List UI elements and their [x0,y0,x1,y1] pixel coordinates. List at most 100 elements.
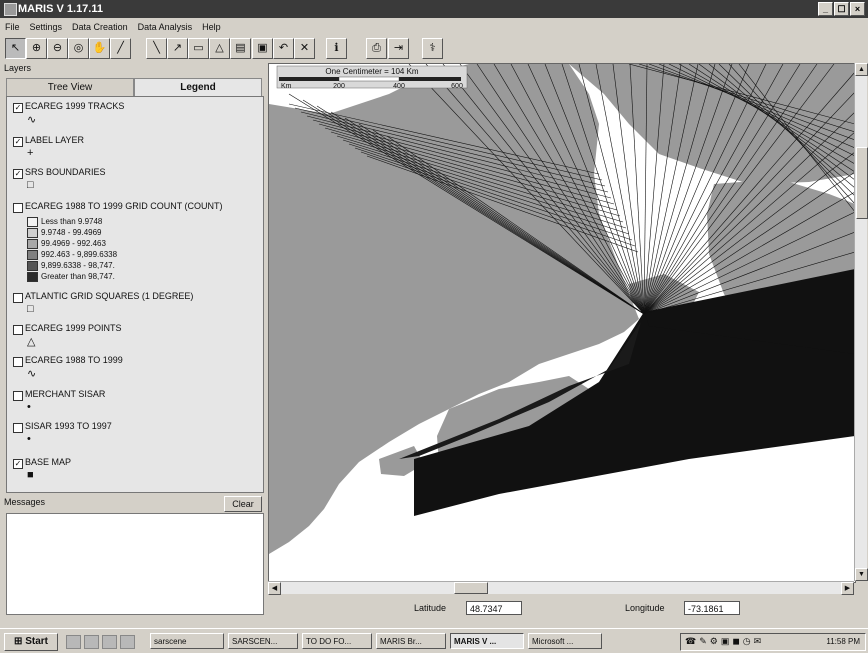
task-todo[interactable]: TO DO FO... [302,633,372,649]
map-vertical-scrollbar[interactable]: ▲ ▼ [854,63,868,581]
map-view[interactable]: One Centimeter = 104 Km Km 200 400 600 [268,63,856,583]
save-icon[interactable]: ▣ [252,38,273,59]
grid-count-swatch [27,272,38,282]
grid-count-class-label: 9,899.6338 - 98,747. [41,261,115,270]
draw-polyline-icon[interactable]: ↗ [167,38,188,59]
scale-tick-400: 400 [393,83,405,90]
tab-legend[interactable]: Legend [134,78,262,96]
app-icon [4,3,17,16]
menu-help[interactable]: Help [202,22,221,32]
clear-button[interactable]: Clear [224,496,262,512]
scale-tick-200: 200 [333,83,345,90]
fill-box-icon: ■ [27,469,34,481]
layer-tabs: Tree View Legend [6,78,262,96]
quicklaunch-outlook-icon[interactable] [102,635,117,649]
grid-count-swatch [27,217,38,227]
longitude-label: Longitude [625,603,665,613]
longitude-field[interactable]: -73.1861 [684,601,740,615]
task-maris-br[interactable]: MARIS Br... [376,633,446,649]
legend-panel: ✓ ECAREG 1999 TRACKS ∿ ✓ LABEL LAYER + ✓ SRS BO… [6,96,264,493]
layer-name[interactable]: BASE MAP [25,457,71,467]
layer-checkbox[interactable] [13,423,23,433]
layer-checkbox[interactable]: ✓ [13,103,23,113]
zoom-area-icon[interactable]: ◎ [68,38,89,59]
layer-name[interactable]: SISAR 1993 TO 1997 [25,421,112,431]
start-button[interactable]: ⊞ Start [4,633,58,651]
clock: 11:58 PM [826,637,860,646]
window-title: MARIS V 1.17.11 [18,3,103,15]
scroll-right-icon[interactable]: ▶ [841,582,854,595]
undo-icon[interactable]: ↶ [273,38,294,59]
measure-icon[interactable]: ╱ [110,38,131,59]
scroll-up-icon[interactable]: ▲ [855,63,868,76]
layer-checkbox[interactable] [13,293,23,303]
layer-checkbox[interactable] [13,357,23,367]
label-cross-icon: + [27,147,34,159]
layer-checkbox[interactable]: ✓ [13,169,23,179]
task-sarscen-doc[interactable]: SARSCEN... [228,633,298,649]
grid-count-class-label: Greater than 98,747. [41,272,115,281]
latitude-label: Latitude [414,603,447,613]
layer-name[interactable]: SRS BOUNDARIES [25,167,106,177]
layer-name[interactable]: ECAREG 1999 POINTS [25,323,122,333]
messages-box[interactable] [6,513,264,615]
menu-file[interactable]: File [5,22,20,32]
layer-checkbox[interactable]: ✓ [13,137,23,147]
menu-settings[interactable]: Settings [30,22,63,32]
layer-name[interactable]: ECAREG 1999 TRACKS [25,101,124,111]
dot-point-icon: • [27,433,31,445]
quicklaunch-browser-icon[interactable] [84,635,99,649]
latitude-field[interactable]: 48.7347 [466,601,522,615]
layer-checkbox[interactable] [13,203,23,213]
text-box-icon[interactable]: ▤ [230,38,251,59]
toolbar: ↖ ⊕ ⊖ ◎ ✋ ╱ ╲ ↗ ▭ △ ▤ ▣ ↶ ✕ ℹ ⎙ ⇥ ⚕ [0,38,868,60]
horizontal-scroll-thumb[interactable] [454,582,488,594]
info-icon[interactable]: ℹ [326,38,347,59]
layer-checkbox[interactable] [13,391,23,401]
layer-checkbox[interactable]: ✓ [13,459,23,469]
grid-count-swatch [27,250,38,260]
pan-icon[interactable]: ✋ [89,38,110,59]
boundary-box-icon: □ [27,179,34,191]
layer-name[interactable]: ECAREG 1988 TO 1999 [25,355,123,365]
quicklaunch-media-icon[interactable] [120,635,135,649]
grid-count-swatch [27,261,38,271]
print-icon[interactable]: ⎙ [366,38,387,59]
tab-tree-view[interactable]: Tree View [6,78,134,96]
tray-icons[interactable]: ☎✎⚙▣◼◷✉ [685,636,764,647]
layer-name[interactable]: ATLANTIC GRID SQUARES (1 DEGREE) [25,291,193,301]
quicklaunch-desktop-icon[interactable] [66,635,81,649]
scale-unit: Km [281,83,292,90]
windows-logo-icon: ⊞ [14,636,26,647]
close-button[interactable]: × [850,2,865,16]
export-icon[interactable]: ⇥ [388,38,409,59]
delete-icon[interactable]: ✕ [294,38,315,59]
draw-polygon-icon[interactable]: △ [209,38,230,59]
task-sarscene[interactable]: sarscene [150,633,224,649]
grid-count-swatch [27,239,38,249]
tool-icon[interactable]: ⚕ [422,38,443,59]
draw-rectangle-icon[interactable]: ▭ [188,38,209,59]
scroll-left-icon[interactable]: ◀ [268,582,281,595]
map-canvas[interactable]: One Centimeter = 104 Km Km 200 400 600 [269,64,855,582]
layer-name[interactable]: ECAREG 1988 TO 1999 GRID COUNT (COUNT) [25,201,223,211]
layer-name[interactable]: MERCHANT SISAR [25,389,105,399]
scale-bar: One Centimeter = 104 Km Km 200 400 600 [276,65,468,90]
menu-data-creation[interactable]: Data Creation [72,22,128,32]
menu-bar: File Settings Data Creation Data Analysi… [0,19,868,35]
map-horizontal-scrollbar[interactable]: ◀ ▶ [268,581,854,595]
scroll-down-icon[interactable]: ▼ [855,568,868,581]
layer-name[interactable]: LABEL LAYER [25,135,84,145]
task-microsoft[interactable]: Microsoft ... [528,633,602,649]
arrow-select-icon[interactable]: ↖ [5,38,26,59]
grid-count-class-label: 99.4969 - 992.463 [41,239,106,248]
zoom-in-icon[interactable]: ⊕ [26,38,47,59]
task-maris-v[interactable]: MARIS V ... [450,633,524,649]
menu-data-analysis[interactable]: Data Analysis [138,22,193,32]
vertical-scroll-thumb[interactable] [856,147,868,219]
minimize-button[interactable]: _ [818,2,833,16]
zoom-out-icon[interactable]: ⊖ [47,38,68,59]
maximize-button[interactable]: ☐ [834,2,849,16]
draw-line-icon[interactable]: ╲ [146,38,167,59]
layer-checkbox[interactable] [13,325,23,335]
